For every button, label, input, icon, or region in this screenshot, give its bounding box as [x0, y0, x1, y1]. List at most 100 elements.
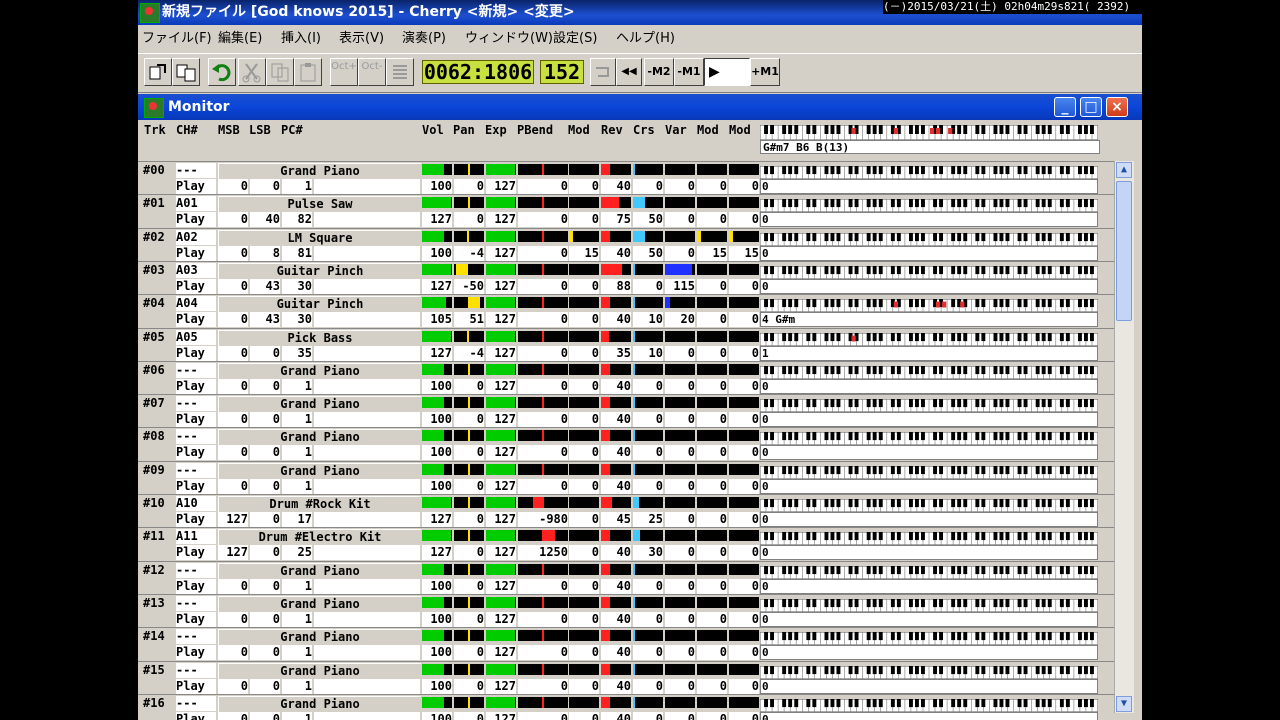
piano-keys-icon — [759, 698, 1099, 713]
meter-rev — [601, 563, 631, 575]
track-number: #03 — [143, 262, 165, 277]
lsb-value: 0 — [250, 345, 280, 361]
meter-fill — [601, 230, 610, 242]
scroll-up-icon[interactable]: ▲ — [1116, 162, 1132, 178]
blank-cell — [314, 212, 420, 228]
note-readout: 0 — [760, 245, 1098, 261]
value-crs: 10 — [633, 312, 663, 328]
cut-icon — [242, 63, 261, 83]
meter-fill — [601, 330, 609, 342]
pc-value: 1 — [282, 445, 312, 461]
msb-value: 0 — [218, 578, 248, 594]
meter-rev — [601, 230, 631, 242]
menu-insert[interactable]: 挿入(I) — [281, 26, 321, 52]
maximize-button[interactable]: □ — [1080, 97, 1102, 117]
meter-fill — [633, 363, 635, 375]
piano-keyboard — [759, 464, 1099, 480]
instrument-name: Grand Piano — [218, 662, 421, 679]
back-m1-button[interactable]: -M1 — [674, 58, 704, 86]
undo-button[interactable] — [208, 58, 236, 86]
menu-edit[interactable]: 編集(E) — [218, 26, 262, 52]
value-pan: 0 — [454, 478, 484, 494]
meter-fill — [633, 630, 635, 642]
meter-pbend — [518, 330, 568, 342]
menu-play[interactable]: 演奏(P) — [402, 26, 446, 52]
meter-var — [665, 197, 695, 209]
meter-fill — [633, 696, 635, 708]
menu-settings[interactable]: 設定(S) — [553, 26, 597, 52]
vertical-scrollbar[interactable]: ▲ ▼ — [1114, 161, 1134, 713]
value-crs: 0 — [633, 645, 663, 661]
piano-keyboard — [759, 331, 1099, 346]
import-button[interactable] — [172, 58, 200, 86]
meter-fill — [633, 563, 635, 575]
loop-button[interactable] — [590, 58, 616, 86]
value-crs: 0 — [633, 678, 663, 694]
cut-button[interactable] — [238, 58, 266, 86]
meter-mod — [569, 363, 599, 375]
value-exp: 127 — [486, 245, 516, 261]
meter-pbend — [518, 397, 568, 409]
blank-cell — [314, 245, 420, 261]
back-m2-button[interactable]: -M2 — [644, 58, 674, 86]
channel-label: --- — [176, 562, 216, 578]
lsb-value: 0 — [250, 412, 280, 428]
scroll-thumb[interactable] — [1116, 181, 1132, 321]
channel-label: --- — [176, 695, 216, 711]
value-rev: 40 — [601, 711, 631, 720]
meter-mod2 — [697, 164, 727, 175]
menu-help[interactable]: ヘルプ(H) — [616, 26, 675, 52]
app-icon[interactable] — [140, 3, 160, 23]
value-rev: 75 — [601, 212, 631, 228]
value-rev: 40 — [601, 611, 631, 627]
instrument-name: Guitar Pinch — [218, 296, 421, 313]
mode-label: Play — [176, 445, 216, 461]
value-rev: 40 — [601, 445, 631, 461]
value-pan: -4 — [454, 245, 484, 261]
oct-up-button[interactable]: Oct+ — [330, 58, 358, 86]
oct-down-button[interactable]: Oct- — [358, 58, 386, 86]
menu-file[interactable]: ファイル(F) — [142, 26, 212, 52]
value-pan: 0 — [454, 212, 484, 228]
meter-pbend — [518, 563, 568, 575]
export-button[interactable] — [144, 58, 172, 86]
scroll-down-icon[interactable]: ▼ — [1116, 696, 1132, 712]
rewind-button[interactable]: ◀◀ — [616, 58, 642, 86]
value-crs: 0 — [633, 378, 663, 394]
play-button[interactable]: ▶ — [704, 58, 750, 86]
paste-button[interactable] — [294, 58, 322, 86]
forward-m1-button[interactable]: +M1 — [750, 58, 780, 86]
value-pbend: 0 — [518, 412, 568, 428]
copy-button[interactable] — [266, 58, 294, 86]
minimize-button[interactable]: _ — [1054, 97, 1076, 117]
meter-fill — [633, 330, 635, 342]
channel-label: A10 — [176, 496, 216, 511]
meter-pbend — [518, 630, 568, 642]
monitor-title-bar[interactable]: Monitor _ □ × — [138, 94, 1142, 120]
lsb-value: 0 — [250, 611, 280, 627]
value-exp: 127 — [486, 412, 516, 428]
meter-pan — [454, 330, 484, 342]
meter-crs — [633, 297, 663, 309]
value-crs: 50 — [633, 212, 663, 228]
monitor-icon[interactable] — [144, 98, 164, 118]
meter-vol — [422, 363, 452, 375]
close-button[interactable]: × — [1106, 97, 1128, 117]
list-button[interactable] — [386, 58, 414, 86]
value-pbend: 0 — [518, 611, 568, 627]
value-mod2: 0 — [697, 412, 727, 428]
value-mod3: 0 — [729, 212, 759, 228]
meter-crs — [633, 563, 663, 575]
note-readout: 0 — [760, 578, 1098, 594]
piano-keys-icon — [759, 465, 1099, 480]
header-mod3: Mod — [729, 123, 751, 137]
meter-var — [665, 463, 695, 475]
value-rev: 40 — [601, 378, 631, 394]
menu-window[interactable]: ウィンドウ(W) — [465, 26, 553, 52]
menu-view[interactable]: 表示(V) — [339, 26, 384, 52]
value-var: 0 — [665, 578, 695, 594]
value-mod: 0 — [569, 312, 599, 328]
meter-fill — [422, 497, 451, 508]
channel-label: --- — [176, 396, 216, 412]
value-pbend: 1250 — [518, 545, 568, 561]
